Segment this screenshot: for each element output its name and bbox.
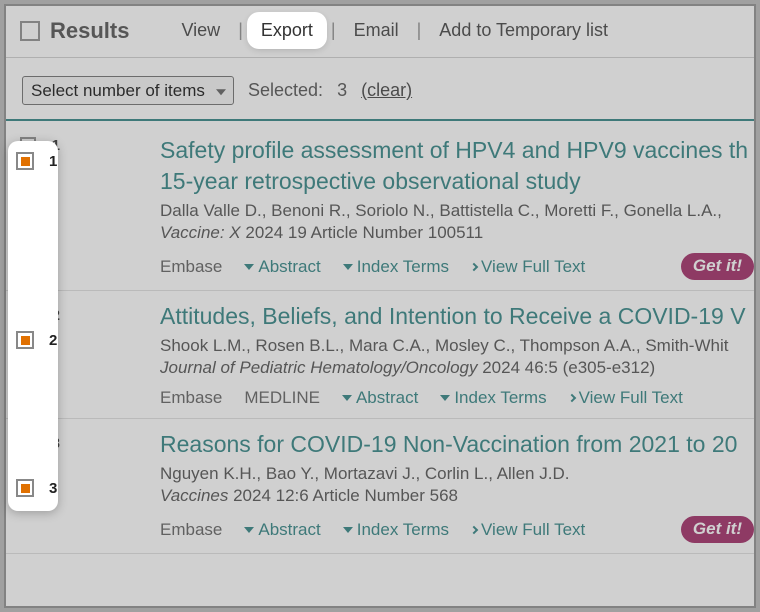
export-action[interactable]: Export: [249, 14, 325, 47]
view-full-text-link[interactable]: View Full Text: [471, 257, 585, 277]
index-terms-toggle[interactable]: Index Terms: [343, 257, 449, 277]
select-all-checkbox[interactable]: [20, 21, 40, 41]
result-checkbox[interactable]: [20, 435, 36, 455]
separator: |: [325, 20, 342, 41]
result-authors: Shook L.M., Rosen B.L., Mara C.A., Mosle…: [160, 336, 754, 356]
result-row: 1 Safety profile assessment of HPV4 and H…: [6, 121, 754, 291]
result-title[interactable]: Attitudes, Beliefs, and Intention to Rec…: [160, 301, 754, 332]
results-heading: Results: [50, 18, 129, 44]
index-terms-toggle[interactable]: Index Terms: [440, 388, 546, 408]
result-source: Vaccine: X 2024 19 Article Number 100511: [160, 223, 754, 243]
selected-count: 3: [337, 80, 347, 101]
result-authors: Dalla Valle D., Benoni R., Soriolo N., B…: [160, 201, 754, 221]
view-full-text-link[interactable]: View Full Text: [471, 520, 585, 540]
separator: |: [411, 20, 428, 41]
selected-label: Selected:: [248, 80, 323, 101]
clear-selection-link[interactable]: (clear): [361, 80, 412, 101]
abstract-toggle[interactable]: Abstract: [342, 388, 418, 408]
result-number: 2: [52, 307, 60, 324]
abstract-toggle[interactable]: Abstract: [244, 257, 320, 277]
result-meta: Embase Abstract Index Terms View Full Te…: [160, 516, 754, 543]
database-label: MEDLINE: [244, 388, 320, 408]
result-meta: Embase MEDLINE Abstract Index Terms View …: [160, 388, 754, 408]
results-toolbar: Results View | Export | Email | Add to T…: [6, 6, 754, 58]
index-terms-toggle[interactable]: Index Terms: [343, 520, 449, 540]
selection-controls: Select number of items Selected: 3 (clea…: [6, 58, 754, 119]
items-count-select[interactable]: Select number of items: [22, 76, 234, 105]
result-checkbox[interactable]: [20, 307, 36, 327]
result-checkbox[interactable]: [20, 137, 36, 157]
get-it-button[interactable]: Get it!: [681, 253, 754, 280]
results-list: 1 Safety profile assessment of HPV4 and H…: [6, 121, 754, 554]
abstract-toggle[interactable]: Abstract: [244, 520, 320, 540]
result-source: Journal of Pediatric Hematology/Oncology…: [160, 358, 754, 378]
result-title[interactable]: Reasons for COVID-19 Non-Vaccination fro…: [160, 429, 754, 460]
email-action[interactable]: Email: [342, 14, 411, 47]
view-full-text-link[interactable]: View Full Text: [569, 388, 683, 408]
database-label: Embase: [160, 388, 222, 408]
get-it-button[interactable]: Get it!: [681, 516, 754, 543]
view-action[interactable]: View: [169, 14, 232, 47]
separator: |: [232, 20, 249, 41]
result-meta: Embase Abstract Index Terms View Full Te…: [160, 253, 754, 280]
result-number: 3: [52, 435, 60, 452]
result-row: 2 Attitudes, Beliefs, and Intention to Re…: [6, 291, 754, 419]
result-title[interactable]: Safety profile assessment of HPV4 and HP…: [160, 135, 754, 197]
result-authors: Nguyen K.H., Bao Y., Mortazavi J., Corli…: [160, 464, 754, 484]
add-temporary-list-action[interactable]: Add to Temporary list: [427, 14, 620, 47]
database-label: Embase: [160, 520, 222, 540]
result-source: Vaccines 2024 12:6 Article Number 568: [160, 486, 754, 506]
database-label: Embase: [160, 257, 222, 277]
result-row: 3 Reasons for COVID-19 Non-Vaccination fr…: [6, 419, 754, 554]
result-number: 1: [52, 137, 60, 154]
